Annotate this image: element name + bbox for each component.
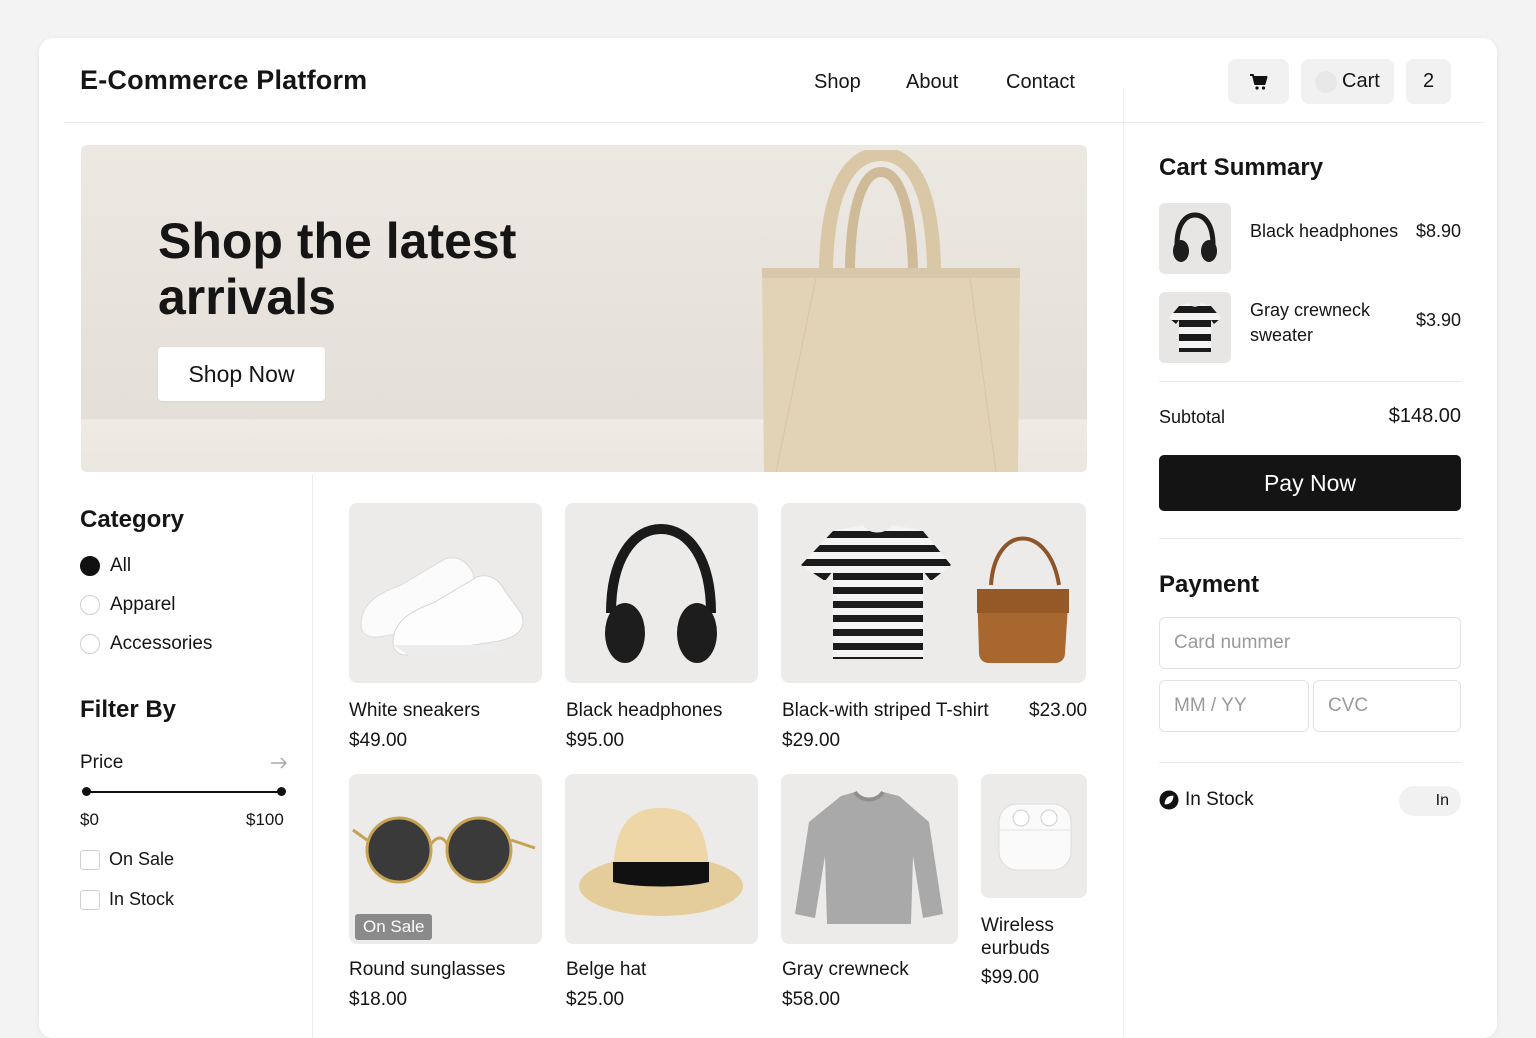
product-card-image[interactable] [981,774,1087,898]
price-slider-track[interactable] [85,791,282,793]
shopping-cart-icon [1249,73,1267,90]
category-heading: Category [80,506,185,533]
category-all[interactable]: All [80,555,131,577]
category-accessories[interactable]: Accessories [80,633,212,655]
checkbox-label: In Stock [109,889,175,909]
in-stock-label: In Stock [1185,789,1254,810]
radio-selected[interactable] [80,556,100,576]
product-card-image[interactable]: On Sale [349,774,542,944]
radio-unselected[interactable] [80,595,100,615]
product-name[interactable]: Black headphones [566,700,722,722]
product-card-image[interactable] [349,503,542,683]
checkbox[interactable] [80,889,100,910]
payment-title: Payment [1159,571,1260,598]
product-price: $58.00 [782,989,841,1010]
product-card-image[interactable] [565,503,758,683]
cart-item-image [1159,203,1231,274]
product-price: $18.00 [349,989,408,1010]
filter-on-sale[interactable]: On Sale [80,849,174,870]
product-price: $25.00 [566,989,625,1010]
cart-item-price: $8.90 [1415,221,1461,241]
in-stock-toggle[interactable]: In [1399,786,1461,816]
product-price: $99.00 [981,967,1040,988]
on-sale-badge: On Sale [355,914,433,940]
product-name[interactable]: Belge hat [566,959,646,981]
product-card-image[interactable] [565,774,758,944]
product-price: $29.00 [782,730,841,751]
nav-about[interactable]: About [906,71,958,94]
cart-item-name: Gray crewneck sweater [1250,300,1371,345]
product-name[interactable]: White sneakers [349,700,480,722]
cart-count-badge[interactable]: 2 [1406,59,1451,104]
cart-label: Cart [1342,70,1380,92]
product-name[interactable]: Gray crewneck [782,959,909,981]
right-panel-divider [1123,88,1124,1038]
category-label: All [110,555,132,576]
in-stock-row: In Stock [1159,789,1254,811]
hero-title: Shop the latest arrivals [158,213,517,325]
price-max: $100 [246,810,284,829]
product-name[interactable]: Wireless eurbuds [981,914,1091,960]
product-card-image[interactable] [781,774,958,944]
product-price: $49.00 [349,730,408,751]
tshirt-and-bag-image [801,525,1069,663]
headphones-thumbnail [1173,212,1217,262]
divider [1159,381,1461,382]
tshirt-thumbnail [1169,303,1221,352]
shop-now-button[interactable]: Shop Now [158,347,325,401]
cart-item-name: Black headphones [1250,221,1399,241]
filter-by-heading: Filter By [80,696,177,723]
leaf-icon [1159,790,1179,810]
product-alt-price: $23.00 [1029,700,1088,721]
tote-bag-image [762,150,1020,472]
cart-item-image [1159,292,1231,363]
pay-now-button[interactable]: Pay Now [1159,455,1461,511]
cart-summary-title: Cart Summary [1159,154,1324,181]
cart-icon-button[interactable] [1228,59,1289,104]
product-card-image[interactable] [781,503,1086,683]
subtotal-label: Subtotal [1159,407,1226,427]
sidebar-divider [312,474,313,1038]
hat-image [579,808,743,916]
earbuds-image [998,803,1072,871]
app-window: E-Commerce Platform Shop About Contact C… [39,38,1497,1038]
cart-item-price: $3.90 [1415,310,1461,330]
product-price: $95.00 [566,730,625,751]
sneakers-image [360,557,524,657]
sweater-image [795,790,943,924]
checkbox[interactable] [80,849,100,870]
header-divider [64,122,1484,123]
price-slider-min-handle[interactable] [82,787,91,796]
category-apparel[interactable]: Apparel [80,594,176,616]
price-min: $0 [80,810,99,829]
category-label: Accessories [110,633,213,654]
cvc-input[interactable] [1313,680,1461,732]
price-slider-max-handle[interactable] [277,787,286,796]
expiry-input[interactable] [1159,680,1309,732]
radio-unselected[interactable] [80,634,100,654]
nav-shop[interactable]: Shop [814,71,861,94]
filter-in-stock[interactable]: In Stock [80,889,174,910]
cart-avatar-icon [1315,70,1337,93]
arrow-right-icon[interactable] [270,756,288,770]
checkbox-label: On Sale [109,849,175,869]
price-label: Price [80,752,124,773]
toggle-label: In [1435,792,1449,809]
card-number-input[interactable] [1159,617,1461,669]
cart-button[interactable]: Cart [1301,59,1394,104]
category-label: Apparel [110,594,176,615]
hero-banner: Shop the latest arrivals Shop Now [81,145,1087,472]
product-name[interactable]: Black-with striped T-shirt [782,700,989,722]
headphones-image [605,523,717,663]
top-bar: E-Commerce Platform Shop About Contact C… [39,38,1497,123]
divider [1159,762,1461,763]
divider [1159,538,1461,539]
subtotal-value: $148.00 [1388,405,1461,427]
brand-title: E-Commerce Platform [80,65,368,95]
product-name[interactable]: Round sunglasses [349,959,505,981]
nav-contact[interactable]: Contact [1006,71,1075,94]
